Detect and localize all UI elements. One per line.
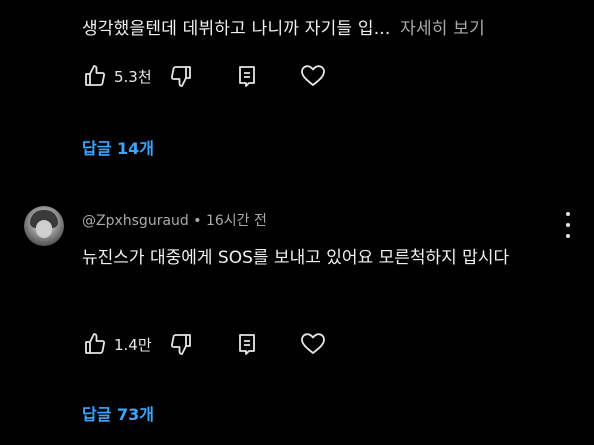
- reply-icon[interactable]: [234, 63, 260, 89]
- view-replies-link[interactable]: 답글 73개: [82, 401, 154, 425]
- thumbs-down-icon[interactable]: [168, 63, 194, 89]
- thumbs-down-icon[interactable]: [168, 331, 194, 357]
- author-name[interactable]: @Zpxhsguraud: [82, 213, 189, 229]
- avatar[interactable]: [24, 206, 64, 246]
- meta-separator: •: [193, 213, 202, 229]
- more-vert-icon[interactable]: [560, 212, 576, 238]
- comment-time: 16시간 전: [205, 213, 267, 229]
- reply-icon[interactable]: [234, 331, 260, 357]
- heart-icon[interactable]: [300, 331, 326, 357]
- comment-snippet-text: 생각했을텐데 데뷔하고 나니까 자기들 입...: [82, 19, 391, 39]
- comment-snippet: 생각했을텐데 데뷔하고 나니까 자기들 입... 자세히 보기: [82, 14, 485, 39]
- comment-actions-row: 5.3천: [82, 62, 326, 90]
- heart-icon[interactable]: [300, 63, 326, 89]
- like-count: 5.3천: [114, 67, 152, 86]
- thumbs-up-icon[interactable]: [82, 331, 108, 357]
- view-replies-link[interactable]: 답글 14개: [82, 135, 154, 159]
- comment-header: @Zpxhsguraud • 16시간 전: [82, 210, 267, 230]
- thumbs-up-icon[interactable]: [82, 63, 108, 89]
- comments-screen: 생각했을텐데 데뷔하고 나니까 자기들 입... 자세히 보기 5.3천 답글 …: [0, 0, 594, 445]
- read-more-link[interactable]: 자세히 보기: [400, 19, 485, 39]
- comment-text: 뉴진스가 대중에게 SOS를 보내고 있어요 모른척하지 맙시다: [82, 248, 510, 268]
- comment-actions-row-2: 1.4만: [82, 330, 326, 358]
- like-count: 1.4만: [114, 335, 152, 354]
